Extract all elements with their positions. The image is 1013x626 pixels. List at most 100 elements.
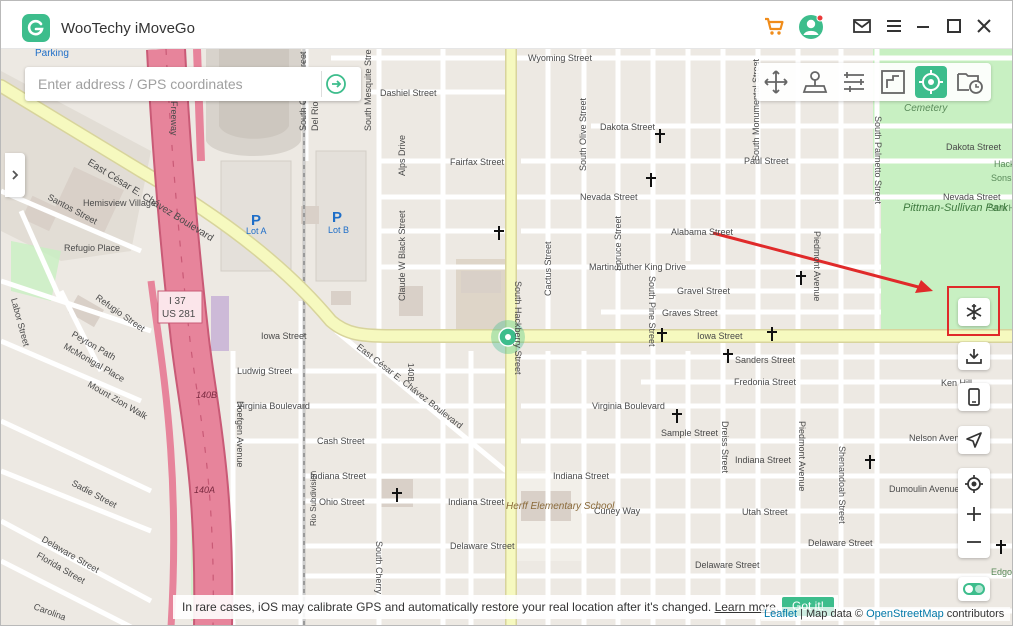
history-icon[interactable]	[954, 66, 986, 98]
map-label: Martin Luther King Drive	[589, 262, 686, 272]
map-label: Sanders Street	[735, 355, 796, 365]
avatar-icon[interactable]	[798, 14, 824, 40]
map-label: Refugio Place	[64, 243, 120, 253]
title-bar: WooTechy iMoveGo	[1, 1, 1012, 49]
map-label: Shenandoah Street	[837, 446, 847, 524]
search-input[interactable]	[25, 67, 315, 101]
app-title: WooTechy iMoveGo	[61, 20, 195, 37]
map-label: Ohio Street	[319, 497, 365, 507]
map-label: Wyoming Street	[528, 53, 592, 63]
map-label: Sons	[991, 173, 1012, 183]
osm-link[interactable]: OpenStreetMap	[866, 608, 944, 620]
map-label: Utah Street	[742, 507, 788, 517]
multi-spot-mode-icon[interactable]	[838, 66, 870, 98]
map-label: Spruce Street	[613, 215, 623, 271]
map-label: South Hackberry Street	[513, 281, 523, 375]
mode-toolbar	[756, 63, 991, 101]
map-label: Iowa Street	[261, 331, 307, 341]
zoom-controls	[958, 468, 990, 558]
map-label: Del Rio	[310, 101, 320, 131]
map-label: South Cherry	[374, 541, 384, 595]
map-label: 140B	[406, 363, 415, 382]
parking-marker-b: P	[332, 209, 342, 226]
map-label: Dashiel Street	[380, 88, 437, 98]
map-label: South Palmetto Street	[873, 116, 883, 205]
map-label: Rio Subdivision	[309, 471, 318, 526]
cart-icon[interactable]	[763, 15, 785, 37]
map-label: Edgo	[991, 567, 1012, 577]
map-label: Iowa Street	[697, 331, 743, 341]
map-label: Virginia Boulevard	[237, 401, 310, 411]
map-label: Cactus Street	[543, 241, 553, 296]
map-label: Sample Street	[661, 428, 719, 438]
maximize-icon[interactable]	[943, 15, 965, 37]
app-window: WooTechy iMoveGo P P Parking Wyoming Str…	[0, 0, 1013, 626]
search-go-icon[interactable]	[325, 73, 347, 95]
map-label: Pittman-Sullivan Park	[903, 202, 1009, 214]
import-button[interactable]	[958, 342, 990, 370]
map-label: Cash Street	[317, 436, 365, 446]
attribution-separator: | Map data ©	[797, 608, 867, 620]
map-label: Delaware Street	[695, 560, 760, 570]
map-label: Ludwig Street	[237, 366, 293, 376]
map-label: Indiana Street	[310, 471, 367, 481]
map-label: Hack	[994, 159, 1013, 169]
calibration-notice: In rare cases, iOS may calibrate GPS and…	[173, 595, 838, 619]
app-logo	[22, 14, 50, 42]
zoom-in-icon[interactable]	[964, 504, 984, 524]
download-icon	[966, 349, 982, 364]
map-label: Gravel Street	[677, 286, 731, 296]
mail-icon[interactable]	[851, 15, 873, 37]
leaflet-link[interactable]: Leaflet	[764, 608, 797, 620]
search-divider	[321, 71, 322, 97]
joystick-mode-icon[interactable]	[760, 66, 792, 98]
map-label: Lot A	[246, 226, 267, 236]
map-label: Dakota Street	[600, 122, 656, 132]
map-label: Piedmont Avenue	[812, 231, 822, 301]
map-label: Lot B	[328, 225, 349, 235]
navigate-button[interactable]	[958, 426, 990, 454]
close-icon[interactable]	[973, 15, 995, 37]
notice-text: In rare cases, iOS may calibrate GPS and…	[182, 600, 712, 614]
map-label: Virginia Boulevard	[592, 401, 665, 411]
zoom-out-icon[interactable]	[964, 532, 984, 552]
map-label: Delaware Street	[808, 538, 873, 548]
map-label: Nevada Street	[943, 192, 1001, 202]
two-spot-mode-icon[interactable]	[877, 66, 909, 98]
map-label: Fredonia Street	[734, 377, 797, 387]
phone-icon	[968, 388, 980, 406]
locate-me-icon[interactable]	[964, 474, 984, 494]
map-label: Graves Street	[662, 308, 718, 318]
map-label: Indiana Street	[553, 471, 610, 481]
map-label: Hoefgen Avenue	[235, 401, 245, 467]
device-button[interactable]	[958, 383, 990, 411]
map-label: Dumoulin Avenue	[889, 484, 959, 494]
map-label: Dreiss Street	[720, 421, 730, 474]
map-label: Freeway	[169, 101, 179, 136]
map-label: I 37	[169, 296, 186, 307]
map-label: Dakota Street	[946, 142, 1002, 152]
map-label: Claude W Black Street	[397, 210, 407, 301]
teleport-mode-icon[interactable]	[799, 66, 831, 98]
map-label: Cemetery	[904, 103, 948, 114]
map-label: South Olive Street	[578, 97, 588, 171]
sidebar-expand-button[interactable]	[5, 153, 25, 197]
map-mode-toggle[interactable]	[958, 577, 990, 601]
map-label: Delaware Street	[450, 541, 515, 551]
map-label: South Mesquite Street	[363, 49, 373, 131]
gps-location-mode-icon[interactable]	[915, 66, 947, 98]
menu-icon[interactable]	[883, 15, 905, 37]
toggle-switch-icon	[963, 583, 985, 595]
minimize-icon[interactable]	[912, 15, 934, 37]
attribution-contributors: contributors	[943, 608, 1005, 620]
map-label: 140B	[196, 390, 217, 400]
map-label: 140A	[194, 485, 215, 495]
map-label: Parking	[35, 49, 69, 59]
map-label: Indiana Street	[448, 497, 505, 507]
map-label: Nevada Street	[580, 192, 638, 202]
map-label: Fairfax Street	[450, 157, 505, 167]
search-bar	[25, 67, 361, 101]
map-label: Alps Drive	[397, 135, 407, 176]
map-canvas[interactable]: P P Parking Wyoming Street Dashiel Stree…	[1, 49, 1013, 625]
map-attribution: Leaflet | Map data © OpenStreetMap contr…	[761, 607, 1011, 621]
